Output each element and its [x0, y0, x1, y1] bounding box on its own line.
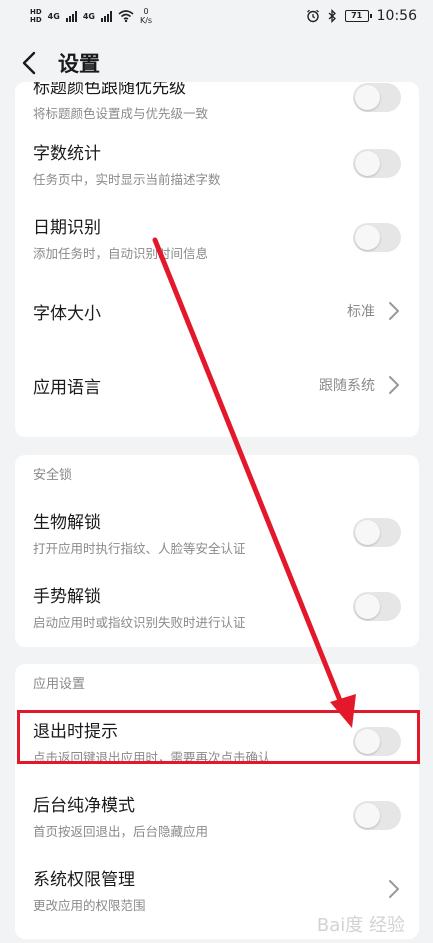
row-title: 字数统计 — [33, 143, 101, 164]
wifi-icon — [118, 10, 134, 22]
row-text: 日期识别 添加任务时，自动识别时间信息 — [33, 213, 208, 262]
signal-bars-1-icon — [65, 10, 77, 22]
setting-row-date-recognition[interactable]: 日期识别 添加任务时，自动识别时间信息 — [15, 200, 419, 274]
chevron-right-icon — [389, 302, 399, 320]
signal-bars-2-icon — [100, 10, 112, 22]
row-title: 退出时提示 — [33, 721, 118, 742]
row-subtitle: 点击返回键退出应用时，需要再次点击确认 — [33, 749, 271, 765]
network-type-1: 4G — [47, 11, 60, 21]
row-subtitle: 打开应用时执行指纹、人脸等安全认证 — [33, 540, 246, 556]
net-speed-value: 0 — [143, 7, 149, 16]
exit-prompt-toggle[interactable] — [353, 726, 401, 756]
row-text: 手势解锁 启动应用时或指纹识别失败时进行认证 — [33, 582, 246, 631]
section-title: 安全锁 — [33, 468, 73, 483]
row-value-group: 跟随系统 — [319, 375, 401, 395]
setting-row-font-size[interactable]: 字体大小 标准 — [15, 274, 419, 348]
net-speed: 0 K/s — [140, 7, 152, 25]
status-right: 71 10:56 — [306, 8, 417, 24]
setting-row-exit-prompt[interactable]: 退出时提示 点击返回键退出应用时，需要再次点击确认 — [15, 704, 419, 778]
baidu-watermark: Bai度 经验 — [316, 915, 405, 936]
row-text: 字数统计 任务页中，实时显示当前描述字数 — [33, 139, 221, 188]
row-text: 系统权限管理 更改应用的权限范围 — [33, 865, 146, 914]
title-color-toggle[interactable] — [353, 82, 401, 112]
row-title: 后台纯净模式 — [33, 795, 135, 816]
app-settings-card: 应用设置 退出时提示 点击返回键退出应用时，需要再次点击确认 后台纯净模式 首页… — [15, 664, 419, 939]
row-value-group: 标准 — [347, 301, 401, 321]
date-recognition-toggle[interactable] — [353, 222, 401, 252]
alarm-icon — [306, 9, 319, 23]
row-title: 系统权限管理 — [33, 869, 135, 890]
app-header: 设置 — [0, 40, 433, 86]
row-title: 应用语言 — [33, 377, 101, 398]
row-title: 生物解锁 — [33, 512, 101, 533]
row-subtitle: 启动应用时或指纹识别失败时进行认证 — [33, 614, 246, 630]
row-subtitle: 将标题颜色设置成与优先级一致 — [33, 105, 209, 121]
row-subtitle: 首页按返回退出，后台隐藏应用 — [33, 823, 209, 839]
row-subtitle: 任务页中，实时显示当前描述字数 — [33, 171, 221, 187]
row-subtitle: 添加任务时，自动识别时间信息 — [33, 245, 209, 261]
section-title: 应用设置 — [33, 677, 86, 692]
general-settings-card: 标题颜色跟随优先级 将标题颜色设置成与优先级一致 字数统计 任务页中，实时显示当… — [15, 82, 419, 437]
row-text: 退出时提示 点击返回键退出应用时，需要再次点击确认 — [33, 717, 271, 766]
row-title: 日期识别 — [33, 217, 101, 238]
row-text: 生物解锁 打开应用时执行指纹、人脸等安全认证 — [33, 508, 246, 557]
setting-row-background-clean-mode[interactable]: 后台纯净模式 首页按返回退出，后台隐藏应用 — [15, 778, 419, 852]
net-speed-unit: K/s — [139, 16, 153, 25]
row-subtitle: 更改应用的权限范围 — [33, 897, 146, 913]
bluetooth-icon — [328, 9, 336, 23]
background-clean-toggle[interactable] — [353, 800, 401, 830]
setting-row-biometric-unlock[interactable]: 生物解锁 打开应用时执行指纹、人脸等安全认证 — [15, 495, 419, 569]
chevron-left-icon — [22, 51, 36, 75]
row-title: 字体大小 — [33, 303, 101, 324]
hd-indicators: HD HD — [30, 8, 42, 24]
row-text: 后台纯净模式 首页按返回退出，后台隐藏应用 — [33, 791, 208, 840]
hd-badge-1: HD — [30, 8, 42, 16]
back-button[interactable] — [6, 40, 52, 86]
hd-badge-2: HD — [30, 16, 42, 24]
gesture-unlock-toggle[interactable] — [353, 591, 401, 621]
setting-row-language[interactable]: 应用语言 跟随系统 — [15, 348, 419, 422]
setting-row-title-color[interactable]: 标题颜色跟随优先级 将标题颜色设置成与优先级一致 — [15, 82, 419, 126]
status-bar: HD HD 4G 4G 0 K/s 71 10:56 — [0, 0, 433, 32]
network-type-2: 4G — [82, 11, 95, 21]
chevron-right-icon — [389, 880, 399, 898]
language-value: 跟随系统 — [319, 378, 375, 394]
battery-icon: 71 — [344, 10, 372, 22]
security-lock-card: 安全锁 生物解锁 打开应用时执行指纹、人脸等安全认证 手势解锁 启动应用时或指纹… — [15, 455, 419, 647]
font-size-value: 标准 — [347, 304, 375, 320]
page-title: 设置 — [58, 52, 100, 76]
setting-row-word-count[interactable]: 字数统计 任务页中，实时显示当前描述字数 — [15, 126, 419, 200]
row-title: 手势解锁 — [33, 586, 101, 607]
biometric-unlock-toggle[interactable] — [353, 517, 401, 547]
row-text: 标题颜色跟随优先级 将标题颜色设置成与优先级一致 — [33, 82, 208, 122]
row-title: 标题颜色跟随优先级 — [33, 82, 186, 98]
status-left: HD HD 4G 4G 0 K/s — [30, 7, 152, 25]
chevron-right-icon — [389, 376, 399, 394]
word-count-toggle[interactable] — [353, 148, 401, 178]
setting-row-gesture-unlock[interactable]: 手势解锁 启动应用时或指纹识别失败时进行认证 — [15, 569, 419, 643]
clock: 10:56 — [376, 8, 417, 24]
